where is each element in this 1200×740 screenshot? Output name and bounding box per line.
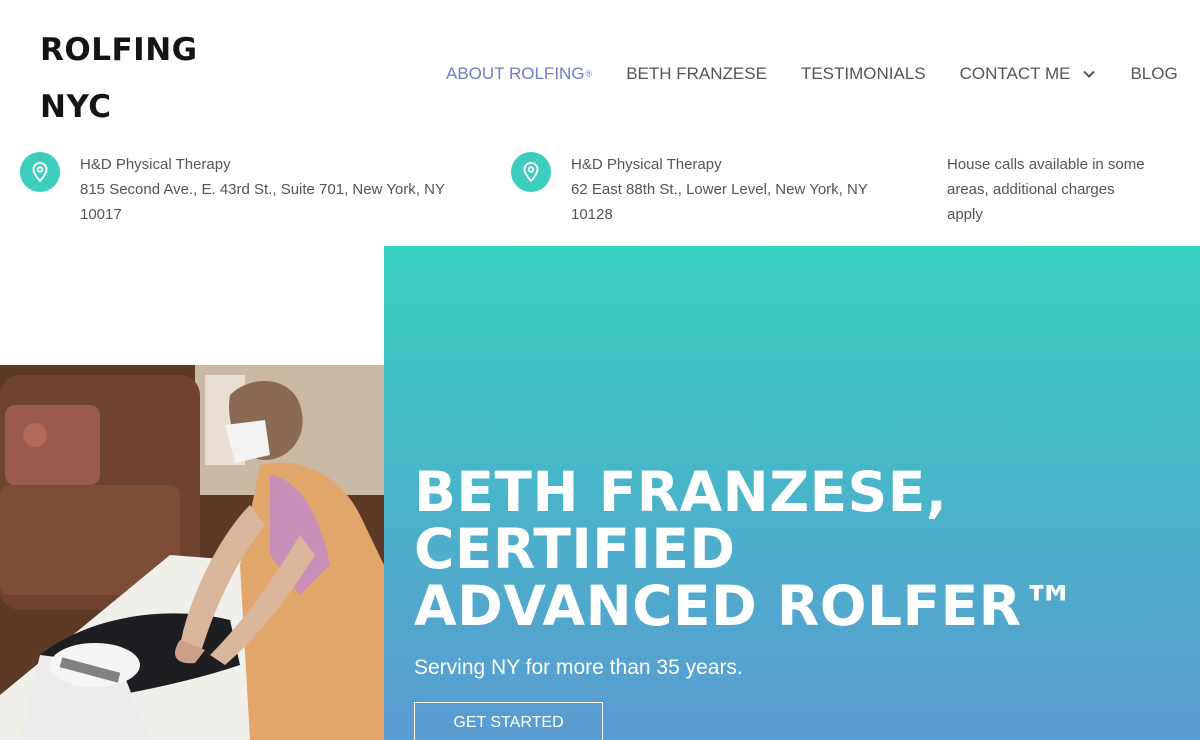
location-address: 815 Second Ave., E. 43rd St., Suite 701,… <box>80 181 445 198</box>
location-zip: 10017 <box>80 206 122 223</box>
nav-item-contact-me[interactable]: CONTACT ME <box>960 64 1097 84</box>
main-nav: ABOUT ROLFING ® BETH FRANZESE TESTIMONIAL… <box>446 64 1178 84</box>
nav-item-label: BETH FRANZESE <box>626 64 767 83</box>
nav-item-label: CONTACT ME <box>959 64 1071 83</box>
location-address: 62 East 88th St., Lower Level, New York,… <box>571 181 868 198</box>
map-pin-icon <box>511 152 551 192</box>
site-logo[interactable]: ROLFING NYC <box>40 22 240 136</box>
hero-banner: BETH FRANZESE, CERTIFIED ADVANCED ROLFER… <box>384 246 1200 740</box>
nav-item-label: ABOUT ROLFING <box>446 64 585 83</box>
nav-item-beth-franzese[interactable]: BETH FRANZESE <box>626 64 767 84</box>
nav-item-label: TESTIMONIALS <box>800 64 926 83</box>
nav-item-blog[interactable]: BLOG <box>1130 64 1177 84</box>
nav-item-about-rolfing[interactable]: ABOUT ROLFING ® <box>446 64 592 84</box>
get-started-button[interactable]: GET STARTED <box>414 702 603 740</box>
location-zip: 10128 <box>571 206 613 223</box>
nav-item-testimonials[interactable]: TESTIMONIALS <box>801 64 926 84</box>
location-name: H&D Physical Therapy <box>571 156 722 173</box>
therapy-session-photo <box>0 365 384 740</box>
hero-title: BETH FRANZESE, CERTIFIED ADVANCED ROLFER… <box>414 464 1194 635</box>
hero-title-line: CERTIFIED <box>414 517 736 581</box>
house-calls-line: House calls available in some <box>947 156 1145 173</box>
registered-mark: ® <box>585 69 593 79</box>
hero-title-line: ADVANCED ROLFER™ <box>414 574 1078 638</box>
house-calls-line: areas, additional charges <box>947 181 1115 198</box>
location-upper-east: H&D Physical Therapy 62 East 88th St., L… <box>511 152 911 227</box>
hero-title-line: BETH FRANZESE, <box>414 460 948 524</box>
hero-subtitle: Serving NY for more than 35 years. <box>414 656 743 679</box>
house-calls-line: apply <box>947 206 983 223</box>
brand-line-1: ROLFING <box>40 32 198 68</box>
nav-item-label: BLOG <box>1130 64 1178 83</box>
map-pin-icon <box>20 152 60 192</box>
chevron-down-icon[interactable] <box>1082 67 1096 81</box>
brand-line-2: NYC <box>40 89 112 125</box>
location-midtown: H&D Physical Therapy 815 Second Ave., E.… <box>20 152 470 227</box>
location-name: H&D Physical Therapy <box>80 156 231 173</box>
house-calls-note: House calls available in some areas, add… <box>947 152 1187 227</box>
